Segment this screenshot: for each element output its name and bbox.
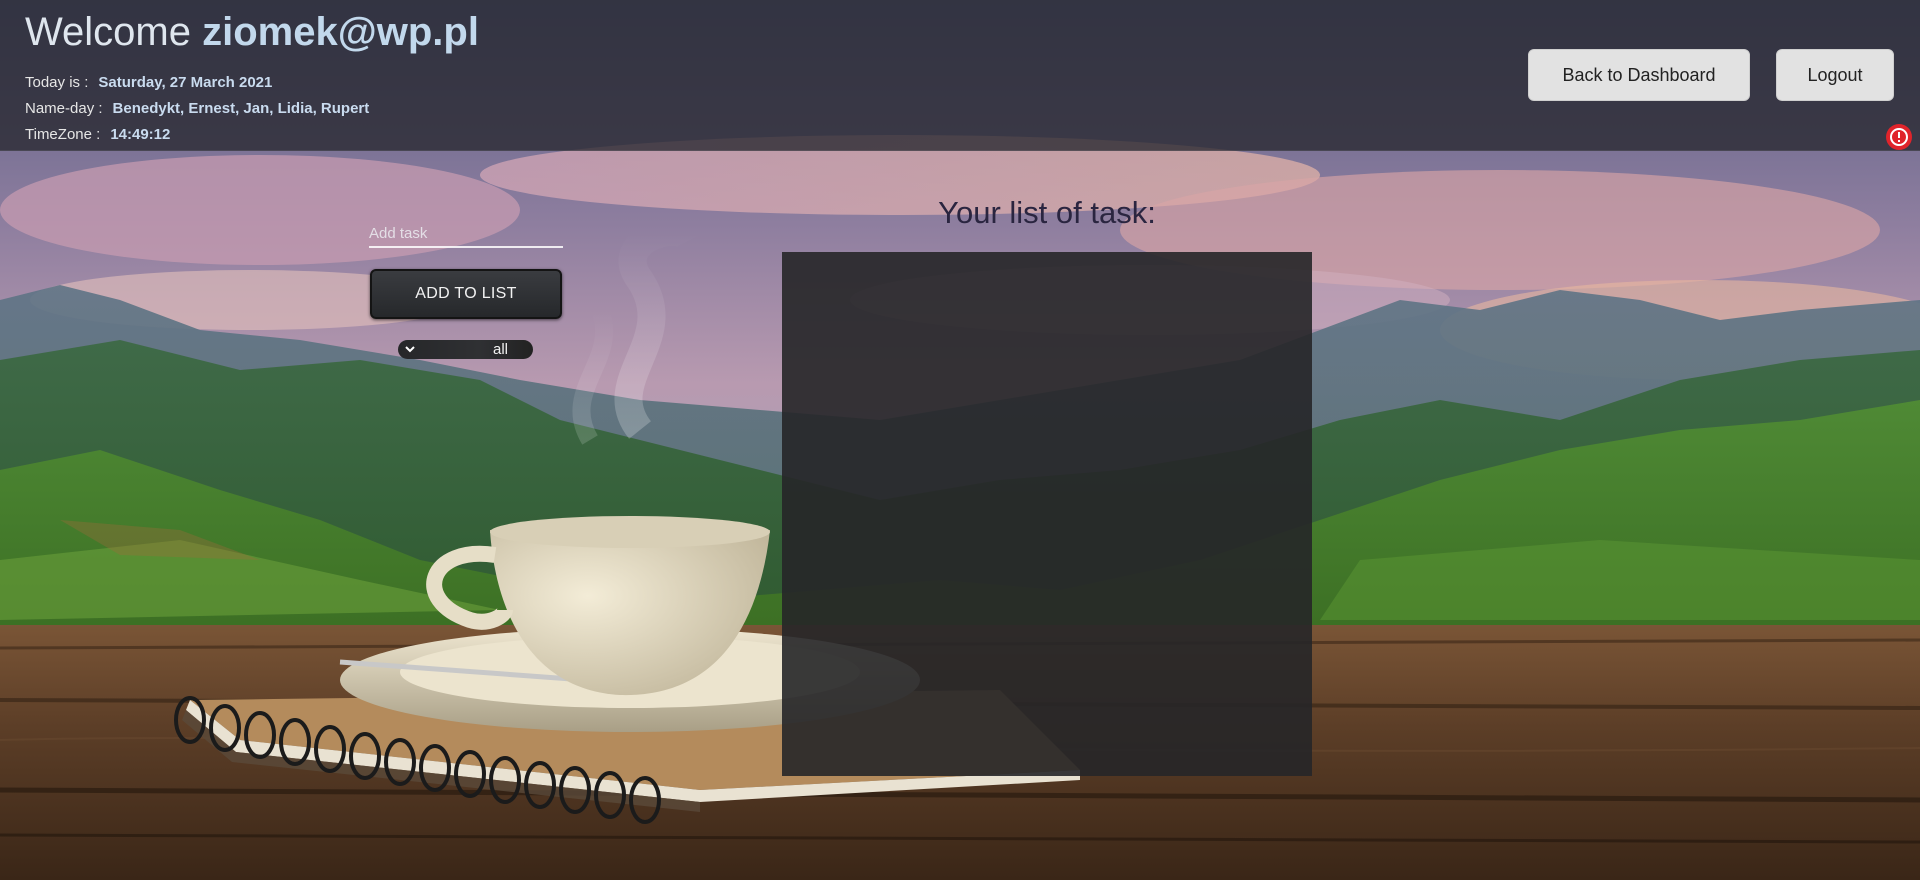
nameday-label: Name-day : [25,100,103,117]
timezone-label: TimeZone : [25,126,101,143]
back-to-dashboard-button[interactable]: Back to Dashboard [1528,49,1750,101]
add-to-list-button[interactable]: ADD TO LIST [370,269,562,319]
date-label: Today is : [25,74,89,91]
app-root: Welcome ziomek@wp.pl Today is : Saturday,… [0,0,1920,880]
filter-value: all [493,341,509,358]
task-list-title: Your list of task: [938,195,1156,230]
add-task-input[interactable] [369,220,563,248]
chevron-down-icon [405,346,415,353]
timezone-value: 14:49:12 [110,126,171,143]
date-value: Saturday, 27 March 2021 [98,74,273,91]
date-row: Today is : Saturday, 27 March 2021 [25,74,272,91]
timezone-row: TimeZone : 14:49:12 [25,126,170,143]
task-filter-select[interactable]: all [398,340,533,359]
logout-button[interactable]: Logout [1776,49,1894,101]
user-email: ziomek@wp.pl [202,10,479,54]
nameday-value: Benedykt, Ernest, Jan, Lidia, Rupert [112,100,370,117]
alert-icon[interactable] [1885,123,1913,151]
welcome-heading: Welcome ziomek@wp.pl [25,10,479,55]
nameday-row: Name-day : Benedykt, Ernest, Jan, Lidia, … [25,100,369,117]
header-bar: Welcome ziomek@wp.pl Today is : Saturday,… [0,0,1920,151]
welcome-prefix: Welcome [25,10,191,54]
task-list-panel [782,252,1312,776]
